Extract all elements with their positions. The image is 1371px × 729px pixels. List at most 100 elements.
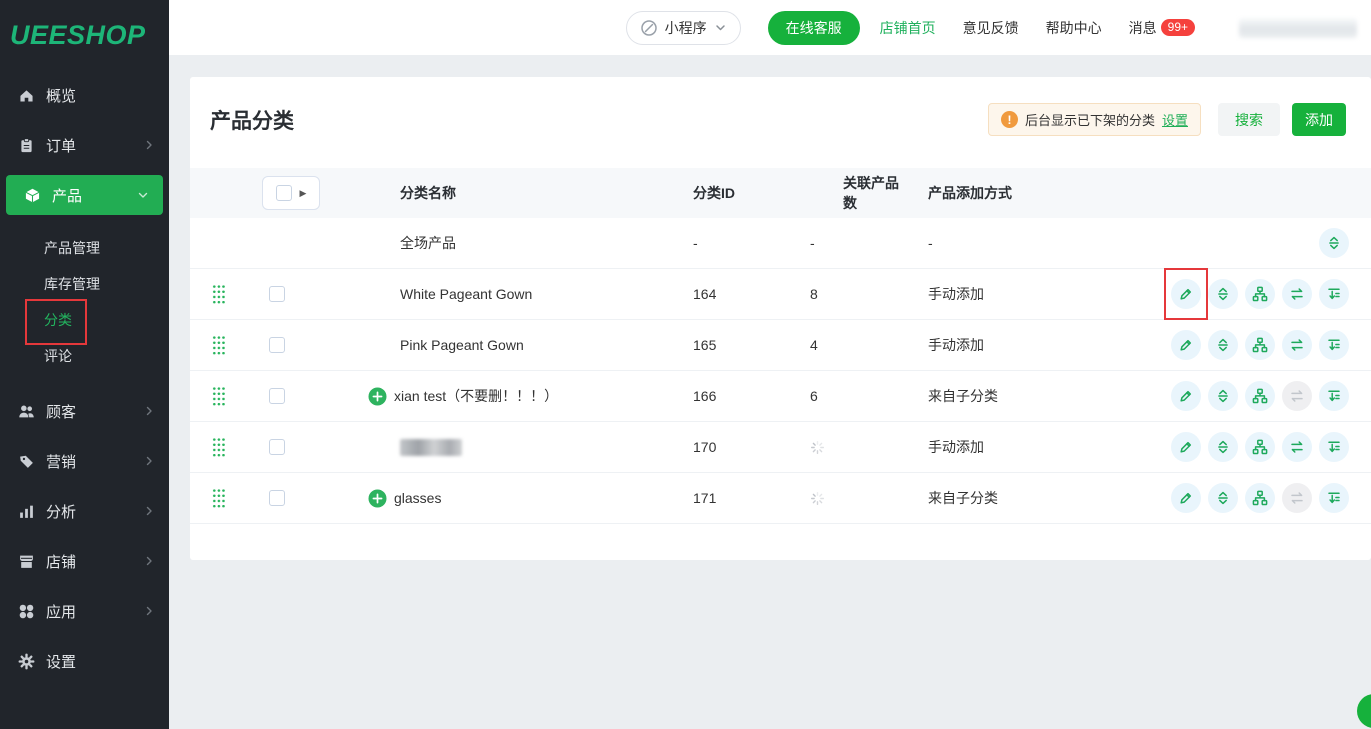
sidebar-item-label: 店铺	[46, 551, 143, 572]
loading-spinner-icon	[810, 440, 825, 455]
sidebar-item-orders[interactable]: 订单	[0, 120, 169, 170]
sidebar-subitem-inventory-manage[interactable]: 库存管理	[0, 266, 169, 302]
column-header-name: 分类名称	[330, 183, 630, 203]
sidebar-item-analytics[interactable]: 分析	[0, 486, 169, 536]
category-name: xian test（不要删！！！）	[394, 386, 558, 406]
category-id: 165	[630, 337, 780, 353]
miniprogram-selector[interactable]: 小程序	[626, 11, 741, 45]
category-name-blurred	[400, 439, 462, 456]
sidebar-subitem-product-manage[interactable]: 产品管理	[0, 230, 169, 266]
sort-button[interactable]	[1208, 279, 1238, 309]
row-checkbox[interactable]	[269, 337, 285, 353]
transfer-button[interactable]	[1282, 432, 1312, 462]
sidebar-item-settings[interactable]: 设置	[0, 636, 169, 686]
sidebar-item-apps[interactable]: 应用	[0, 586, 169, 636]
warning-icon: !	[1001, 111, 1018, 128]
move-to-position-button[interactable]	[1319, 381, 1349, 411]
table-header: ▶ 分类名称 分类ID 关联产品数 产品添加方式	[190, 168, 1371, 218]
table-row: 170手动添加	[190, 422, 1371, 473]
notice-settings-link[interactable]: 设置	[1162, 110, 1188, 129]
transfer-button[interactable]	[1282, 330, 1312, 360]
add-method: 手动添加	[900, 437, 1149, 457]
sort-button[interactable]	[1208, 381, 1238, 411]
select-all-checkbox[interactable]	[276, 185, 292, 201]
move-to-position-button[interactable]	[1319, 330, 1349, 360]
table-body: 全场产品---White Pageant Gown1648手动添加Pink Pa…	[190, 218, 1371, 524]
category-id: -	[630, 235, 780, 251]
chevron-down-icon	[137, 189, 149, 201]
transfer-button[interactable]	[1282, 279, 1312, 309]
edit-button[interactable]	[1171, 330, 1201, 360]
settings-icon	[18, 653, 35, 670]
analytics-icon	[18, 503, 35, 520]
store-icon	[18, 553, 35, 570]
table-row: 全场产品---	[190, 218, 1371, 269]
sidebar: UEESHOP 概览订单产品产品管理库存管理分类评论顾客营销分析店铺应用设置	[0, 0, 169, 729]
sort-button[interactable]	[1208, 330, 1238, 360]
edit-button[interactable]	[1171, 483, 1201, 513]
sort-button[interactable]	[1319, 228, 1349, 258]
move-to-position-button[interactable]	[1319, 432, 1349, 462]
category-name: Pink Pageant Gown	[400, 337, 524, 353]
row-checkbox[interactable]	[269, 388, 285, 404]
product-count: 4	[810, 337, 818, 353]
chevron-right-icon	[143, 455, 155, 467]
search-button[interactable]: 搜索	[1218, 103, 1280, 136]
product-count: 8	[810, 286, 818, 302]
transfer-button	[1282, 381, 1312, 411]
subcategory-button[interactable]	[1245, 432, 1275, 462]
table-row: White Pageant Gown1648手动添加	[190, 269, 1371, 320]
drag-handle-icon[interactable]	[212, 488, 225, 508]
feedback-link[interactable]: 意见反馈	[963, 18, 1019, 38]
floating-chat-button[interactable]	[1357, 694, 1371, 728]
subcategory-button[interactable]	[1245, 381, 1275, 411]
category-name: 全场产品	[400, 233, 456, 253]
miniprogram-icon	[640, 19, 658, 37]
notice-text: 后台显示已下架的分类	[1025, 110, 1155, 129]
category-id: 164	[630, 286, 780, 302]
edit-button[interactable]	[1171, 432, 1201, 462]
help-center-link[interactable]: 帮助中心	[1046, 18, 1102, 38]
account-blurred[interactable]	[1239, 18, 1357, 38]
add-button[interactable]: 添加	[1292, 103, 1346, 136]
sidebar-item-label: 顾客	[46, 401, 143, 422]
chevron-right-icon	[143, 139, 155, 151]
sort-button[interactable]	[1208, 432, 1238, 462]
table-row: glasses171来自子分类	[190, 473, 1371, 524]
order-icon	[18, 137, 35, 154]
product-count: 6	[810, 388, 818, 404]
messages-link[interactable]: 消息 99+	[1129, 18, 1195, 38]
online-service-button[interactable]: 在线客服	[768, 11, 860, 45]
row-checkbox[interactable]	[269, 286, 285, 302]
expand-plus-icon[interactable]	[368, 489, 387, 508]
sidebar-item-products[interactable]: 产品	[6, 175, 163, 215]
drag-handle-icon[interactable]	[212, 437, 225, 457]
sidebar-item-store[interactable]: 店铺	[0, 536, 169, 586]
drag-handle-icon[interactable]	[212, 335, 225, 355]
title-row: 产品分类 ! 后台显示已下架的分类 设置 搜索 添加	[190, 77, 1371, 136]
drag-handle-icon[interactable]	[212, 386, 225, 406]
row-checkbox[interactable]	[269, 490, 285, 506]
store-home-link[interactable]: 店铺首页	[880, 18, 936, 38]
move-to-position-button[interactable]	[1319, 483, 1349, 513]
sidebar-item-label: 分析	[46, 501, 143, 522]
row-checkbox[interactable]	[269, 439, 285, 455]
home-icon	[18, 87, 35, 104]
subcategory-button[interactable]	[1245, 330, 1275, 360]
move-to-position-button[interactable]	[1319, 279, 1349, 309]
drag-handle-icon[interactable]	[212, 284, 225, 304]
loading-spinner-icon	[810, 491, 825, 506]
sidebar-item-overview[interactable]: 概览	[0, 70, 169, 120]
column-header-id: 分类ID	[630, 183, 780, 203]
sidebar-item-marketing[interactable]: 营销	[0, 436, 169, 486]
edit-button[interactable]	[1171, 279, 1201, 309]
subcategory-button[interactable]	[1245, 279, 1275, 309]
sidebar-item-label: 产品	[52, 185, 137, 206]
subcategory-button[interactable]	[1245, 483, 1275, 513]
sidebar-item-customers[interactable]: 顾客	[0, 386, 169, 436]
expand-plus-icon[interactable]	[368, 387, 387, 406]
topbar: 小程序 在线客服 店铺首页 意见反馈 帮助中心 消息 99+	[169, 0, 1371, 55]
edit-button[interactable]	[1171, 381, 1201, 411]
select-all-control[interactable]: ▶	[262, 176, 320, 210]
sort-button[interactable]	[1208, 483, 1238, 513]
